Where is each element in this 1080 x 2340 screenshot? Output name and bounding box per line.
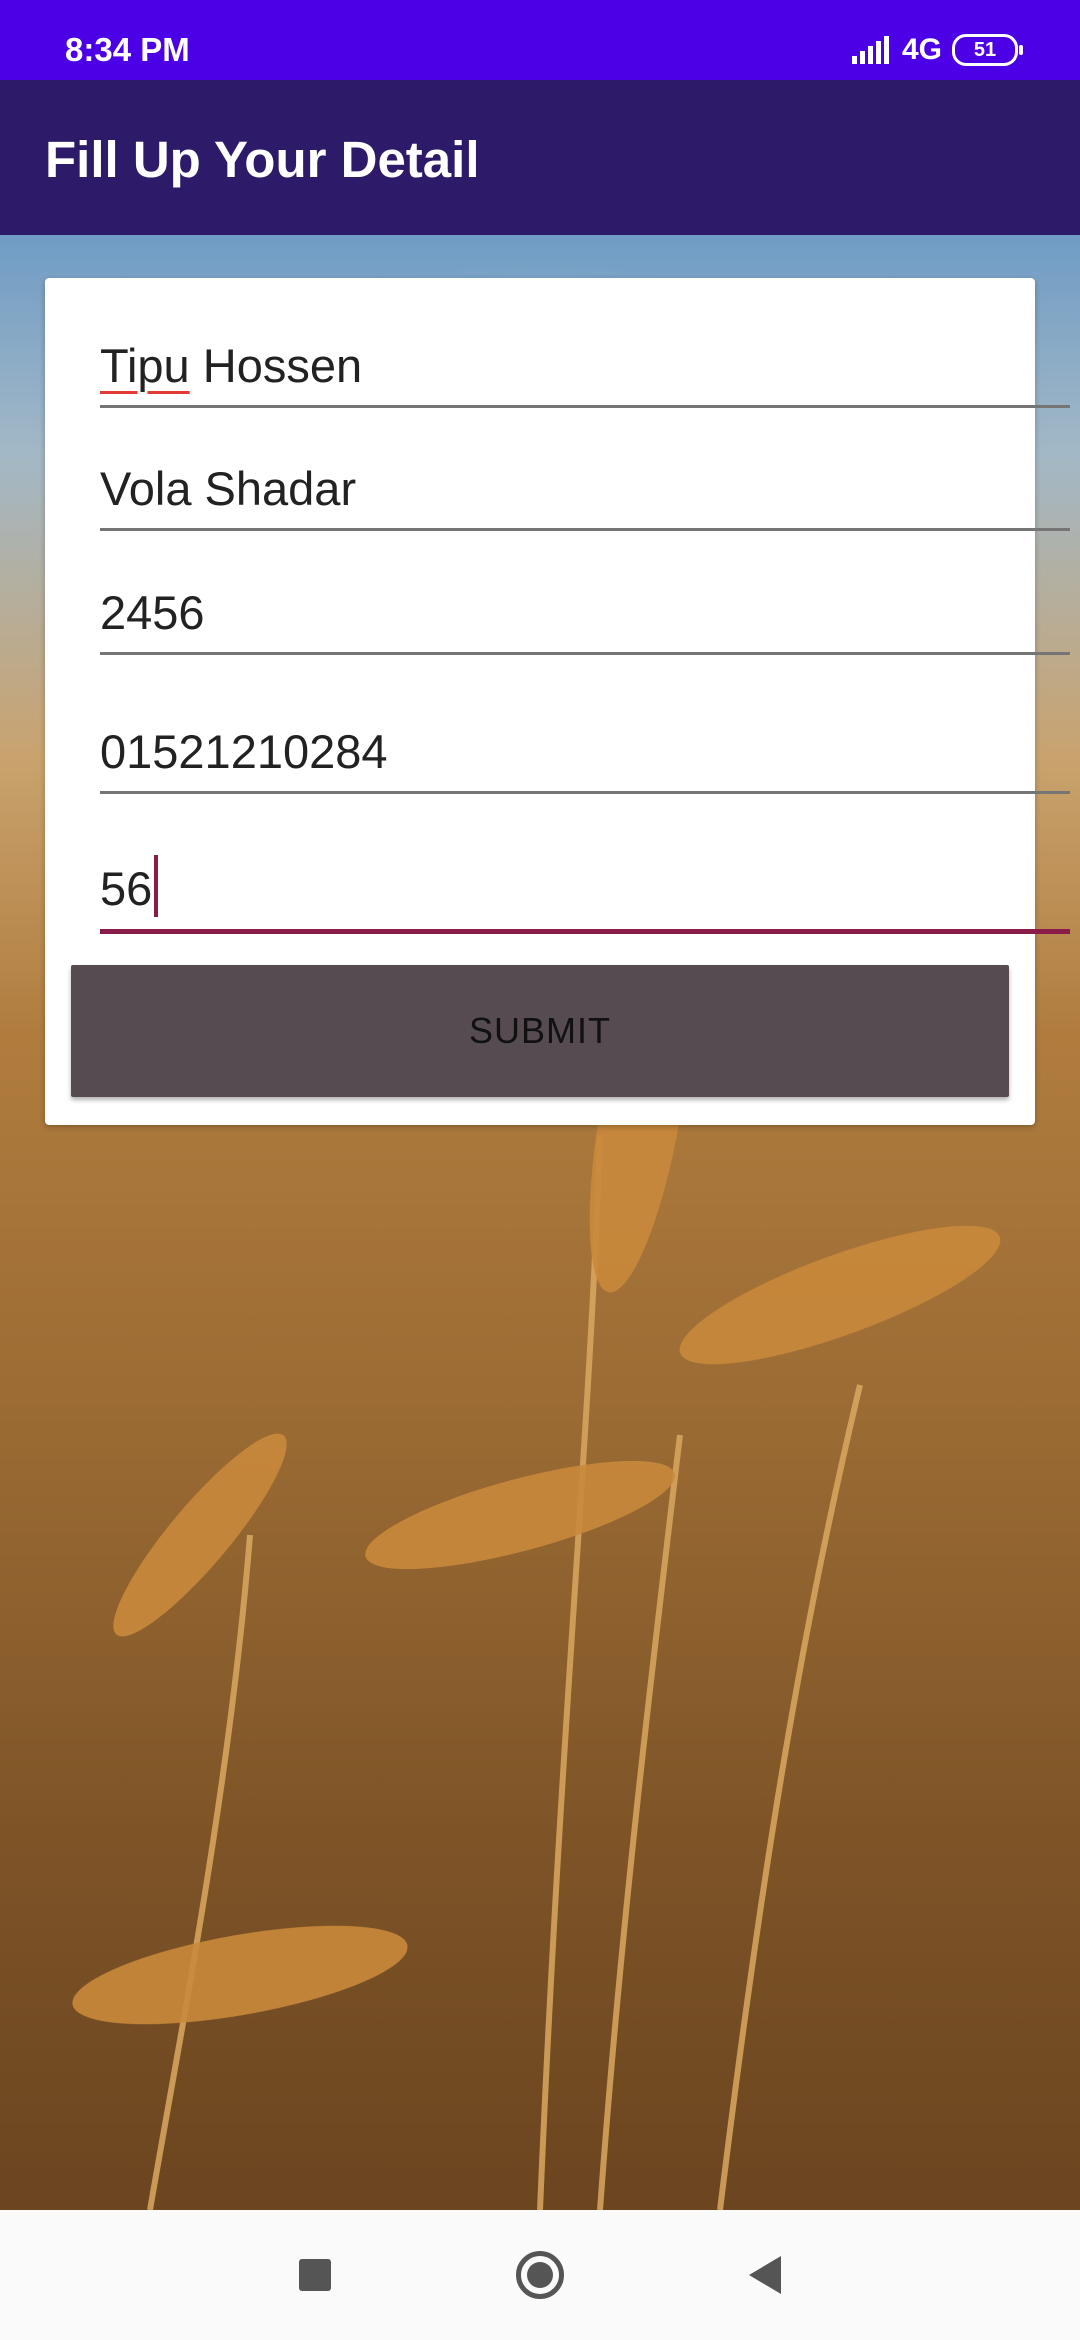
back-icon	[749, 2256, 781, 2294]
submit-button[interactable]: SUBMIT	[71, 965, 1009, 1097]
back-button[interactable]	[705, 2210, 825, 2340]
status-indicators: 4G 51	[851, 30, 1023, 70]
address-field[interactable]: Vola Shadar	[100, 438, 1070, 531]
network-type: 4G	[901, 33, 942, 66]
recents-icon	[299, 2259, 331, 2291]
app-bar: Fill Up Your Detail	[0, 80, 1080, 235]
code-field-value: 2456	[100, 586, 205, 639]
home-icon	[516, 2251, 564, 2299]
text-cursor	[154, 855, 159, 917]
phone-field[interactable]: 01521210284	[100, 685, 1070, 794]
battery-icon: 51	[952, 34, 1023, 66]
name-second-part: Hossen	[189, 339, 363, 392]
signal-icon	[851, 36, 889, 64]
age-field-value: 56	[100, 855, 159, 917]
page-title: Fill Up Your Detail	[45, 131, 480, 188]
phone-field-value: 01521210284	[100, 725, 388, 778]
recents-button[interactable]	[255, 2210, 375, 2340]
status-time: 8:34 PM	[65, 31, 190, 68]
status-bar: 8:34 PM 4G 51	[0, 0, 1080, 80]
name-field-value: Tipu Hossen	[100, 338, 362, 393]
name-field[interactable]: Tipu Hossen	[100, 278, 1070, 408]
age-field-text: 56	[100, 862, 153, 915]
name-first-part: Tipu	[100, 339, 190, 392]
navigation-bar	[0, 2210, 1080, 2340]
address-field-value: Vola Shadar	[100, 462, 357, 515]
code-field[interactable]: 2456	[100, 561, 1070, 655]
battery-level: 51	[973, 38, 997, 61]
home-button[interactable]	[480, 2210, 600, 2340]
age-field[interactable]: 56	[100, 824, 1070, 934]
